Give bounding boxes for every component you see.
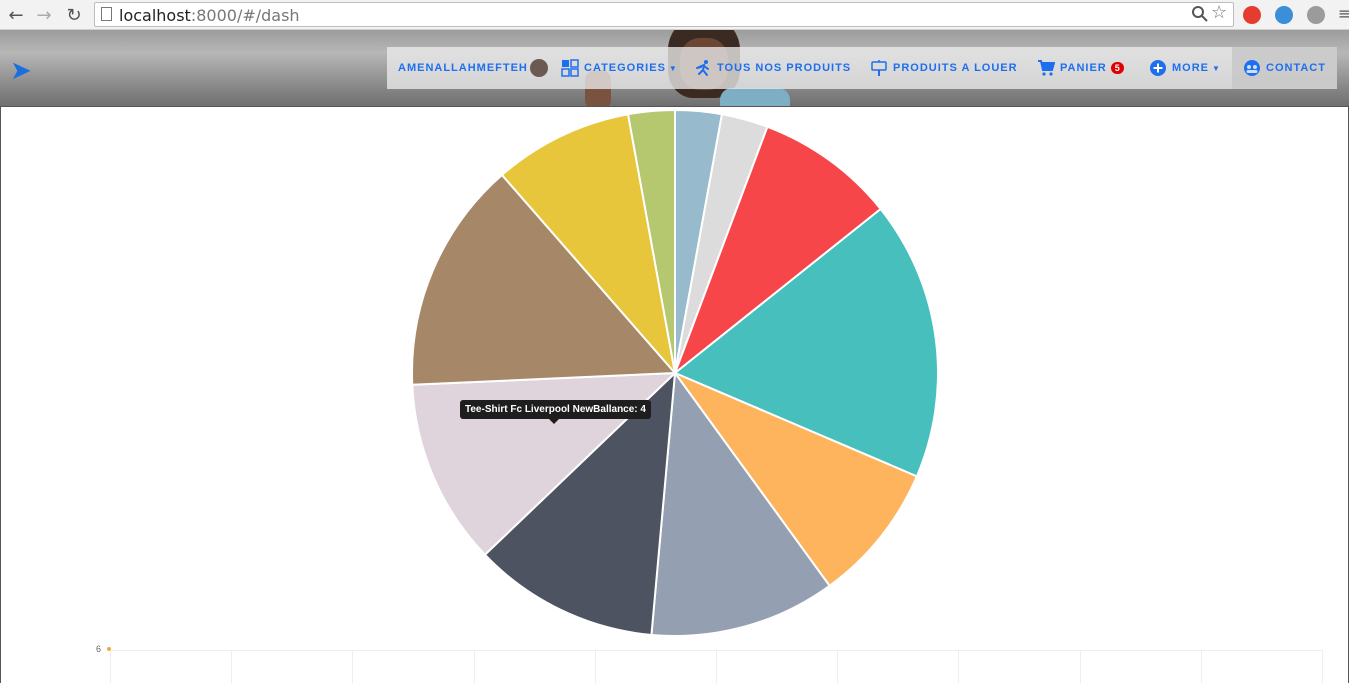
- line-chart-gridline-vertical: [837, 650, 839, 683]
- extension-globe-icon[interactable]: [1275, 6, 1293, 24]
- line-chart-gridline-vertical: [231, 650, 233, 683]
- extension-adblock-icon[interactable]: [1243, 6, 1261, 24]
- runner-icon: [696, 60, 709, 76]
- chevron-down-icon: ▼: [668, 63, 678, 73]
- cart-count-badge: 5: [1110, 62, 1124, 74]
- line-chart-gridline-vertical: [352, 650, 354, 683]
- nav-categories[interactable]: CATEGORIES ▼: [561, 47, 678, 89]
- chart-tooltip: Tee-Shirt Fc Liverpool NewBallance: 4: [460, 400, 651, 419]
- line-chart-gridline-vertical: [1200, 650, 1202, 683]
- banner-athlete-shirt: [720, 88, 790, 106]
- line-chart-gridline-vertical: [958, 650, 960, 683]
- chart-tooltip-arrow: [549, 419, 559, 424]
- nav-categories-label: CATEGORIES: [584, 62, 666, 74]
- signpost-icon: [871, 60, 887, 76]
- extension-ghost-icon[interactable]: [1307, 6, 1325, 24]
- site-logo-runner-icon[interactable]: ➤: [10, 56, 32, 86]
- nav-more[interactable]: MORE ▼: [1149, 47, 1221, 89]
- bookmark-star-icon[interactable]: ☆: [1211, 2, 1227, 23]
- line-chart-y-tick: 6: [96, 644, 102, 654]
- main-navbar: AMENALLAHMEFTEH CATEGORIES ▼ TOUS NOS PR…: [387, 47, 1337, 89]
- line-chart-gridline-vertical: [1322, 650, 1323, 683]
- grid-icon: [561, 59, 579, 77]
- nav-all-products[interactable]: TOUS NOS PRODUITS: [694, 47, 851, 89]
- chevron-down-icon: ▼: [1212, 63, 1221, 73]
- nav-user[interactable]: AMENALLAHMEFTEH: [398, 47, 548, 89]
- nav-rent-products[interactable]: PRODUITS A LOUER: [870, 47, 1018, 89]
- line-chart-gridline-vertical: [594, 650, 596, 683]
- line-chart-gridline-vertical: [110, 650, 111, 683]
- nav-contact-label: CONTACT: [1266, 62, 1326, 74]
- header-banner: ➤ AMENALLAHMEFTEH CATEGORIES ▼ TOUS NOS …: [0, 30, 1349, 106]
- line-chart-gridline-vertical: [1079, 650, 1081, 683]
- reload-icon[interactable]: ↻: [62, 3, 86, 27]
- contact-group-icon: [1244, 60, 1260, 76]
- zoom-icon[interactable]: [1191, 5, 1209, 23]
- address-bar[interactable]: localhost:8000/#/dash: [94, 2, 1234, 27]
- nav-rent-products-label: PRODUITS A LOUER: [893, 62, 1018, 74]
- pie-chart: [411, 108, 939, 637]
- browser-toolbar: ← → ↻ localhost:8000/#/dash ☆ ≡: [0, 0, 1349, 30]
- nav-user-label: AMENALLAHMEFTEH: [398, 62, 528, 74]
- browser-menu-icon[interactable]: ≡: [1338, 4, 1349, 23]
- back-icon[interactable]: ←: [4, 3, 28, 27]
- line-chart-gridline-vertical: [473, 650, 475, 683]
- line-chart-gridline-vertical: [716, 650, 717, 683]
- nav-all-products-label: TOUS NOS PRODUITS: [717, 62, 852, 74]
- url-text: localhost:8000/#/dash: [119, 6, 300, 25]
- avatar: [529, 59, 548, 77]
- nav-cart[interactable]: PANIER 5: [1037, 47, 1124, 89]
- nav-contact[interactable]: CONTACT: [1243, 47, 1326, 89]
- nav-cart-label: PANIER: [1060, 62, 1107, 74]
- nav-more-label: MORE: [1172, 62, 1209, 74]
- cart-icon: [1038, 60, 1055, 76]
- plus-circle-icon: [1150, 60, 1166, 76]
- forward-icon[interactable]: →: [32, 3, 56, 27]
- page-icon: [101, 7, 112, 21]
